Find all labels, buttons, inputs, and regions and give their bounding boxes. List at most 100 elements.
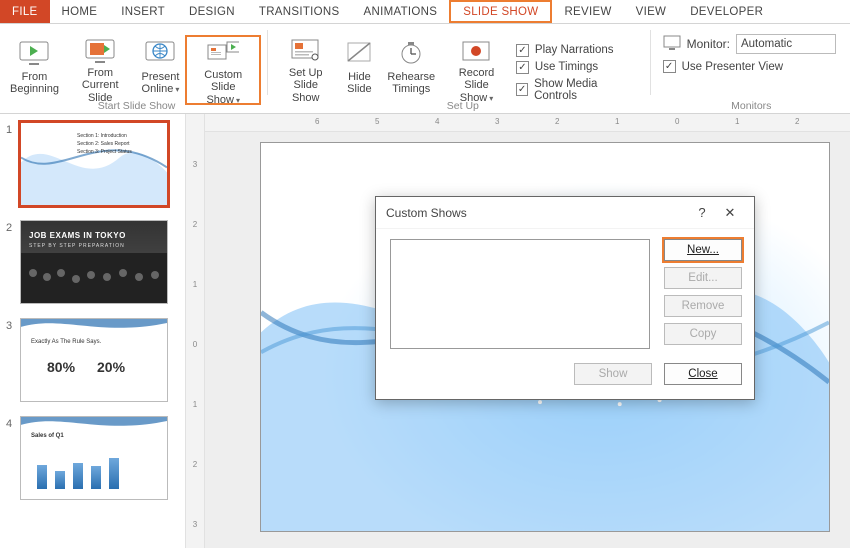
- thumbnail-number: 3: [6, 318, 20, 402]
- show-media-controls-checkbox[interactable]: ✓ Show Media Controls: [516, 78, 636, 102]
- thumbnail-number: 2: [6, 220, 20, 304]
- dialog-help-button[interactable]: ?: [688, 205, 716, 220]
- use-timings-checkbox[interactable]: ✓ Use Timings: [516, 61, 636, 74]
- monitor-selector[interactable]: Monitor: Automatic: [663, 34, 836, 54]
- from-beginning-button[interactable]: From Beginning: [4, 35, 65, 105]
- edit-button: Edit...: [664, 267, 742, 289]
- thumb2-sub: STEP BY STEP PREPARATION: [29, 243, 125, 249]
- group-start-slide-show: From Beginning From Current Slide Presen…: [0, 24, 265, 113]
- group-set-up: Set Up Slide Show Hide Slide Rehearse Ti…: [270, 24, 648, 113]
- group-label-setup: Set Up: [274, 100, 652, 112]
- monitor-dropdown[interactable]: Automatic: [736, 34, 836, 54]
- tab-transitions[interactable]: TRANSITIONS: [247, 0, 352, 23]
- play-from-current-icon: [84, 37, 116, 65]
- record-slide-show-button[interactable]: Record Slide Show▾: [441, 35, 512, 105]
- thumbnail-row: 3 Exactly As The Rule Says. 80% 20%: [6, 318, 179, 402]
- dialog-titlebar: Custom Shows ? ✕: [376, 197, 754, 229]
- rehearse-timings-label: Rehearse Timings: [387, 71, 435, 96]
- custom-slide-show-button[interactable]: Custom Slide Show▾: [185, 35, 261, 105]
- set-up-slide-show-button[interactable]: Set Up Slide Show: [274, 35, 337, 105]
- tab-view[interactable]: VIEW: [624, 0, 679, 23]
- set-up-slide-show-label: Set Up Slide Show: [280, 67, 331, 105]
- thumb2-title: JOB EXAMS IN TOKYO: [29, 231, 126, 240]
- group-separator: [650, 30, 651, 95]
- monitor-icon: [663, 35, 681, 54]
- play-from-start-icon: [18, 37, 50, 69]
- use-timings-label: Use Timings: [535, 61, 598, 73]
- slide-thumbnails-panel[interactable]: 1 Section 1: Introduction Section 2: Sal…: [0, 114, 185, 548]
- show-media-controls-label: Show Media Controls: [534, 78, 636, 102]
- rehearse-timings-button[interactable]: Rehearse Timings: [381, 35, 441, 105]
- tab-review[interactable]: REVIEW: [552, 0, 623, 23]
- tab-slideshow[interactable]: SLIDE SHOW: [449, 0, 552, 23]
- dialog-title: Custom Shows: [386, 206, 467, 220]
- ribbon-tabstrip: FILE HOME INSERT DESIGN TRANSITIONS ANIM…: [0, 0, 850, 24]
- play-narrations-label: Play Narrations: [535, 44, 614, 56]
- thumb1-line3: Section 3: Project Status: [77, 149, 132, 155]
- monitor-label: Monitor:: [687, 37, 730, 51]
- group-label-start: Start Slide Show: [4, 100, 269, 112]
- tab-insert[interactable]: INSERT: [109, 0, 177, 23]
- thumb3-val1: 80%: [47, 359, 75, 375]
- ribbon: From Beginning From Current Slide Presen…: [0, 24, 850, 114]
- present-online-button[interactable]: Present Online▾: [135, 35, 185, 105]
- slide-thumbnail-2[interactable]: JOB EXAMS IN TOKYO STEP BY STEP PREPARAT…: [20, 220, 168, 304]
- custom-shows-listbox[interactable]: [390, 239, 650, 349]
- from-beginning-label: From Beginning: [10, 71, 59, 96]
- new-button[interactable]: New...: [664, 239, 742, 261]
- thumb4-title: Sales of Q1: [31, 433, 64, 439]
- use-presenter-view-checkbox[interactable]: ✓ Use Presenter View: [663, 60, 836, 73]
- chevron-down-icon: ▾: [175, 85, 179, 94]
- thumb3-title: Exactly As The Rule Says.: [31, 339, 101, 345]
- slide-thumbnail-3[interactable]: Exactly As The Rule Says. 80% 20%: [20, 318, 168, 402]
- horizontal-ruler: 6 5 4 3 2 1 0 1 2: [205, 114, 850, 132]
- setup-icon: [290, 37, 322, 65]
- copy-button: Copy: [664, 323, 742, 345]
- thumb1-line2: Section 2: Sales Report: [77, 141, 130, 147]
- hide-slide-icon: [343, 37, 375, 69]
- group-label-monitors: Monitors: [653, 100, 850, 112]
- monitor-value: Automatic: [741, 38, 792, 50]
- from-current-slide-label: From Current Slide: [71, 67, 130, 105]
- dialog-close-button[interactable]: ✕: [716, 205, 744, 221]
- checkbox-icon: ✓: [663, 60, 676, 73]
- checkbox-icon: ✓: [516, 61, 529, 74]
- close-button[interactable]: Close: [664, 363, 742, 385]
- thumb1-line1: Section 1: Introduction: [77, 133, 127, 139]
- slide-thumbnail-1[interactable]: Section 1: Introduction Section 2: Sales…: [20, 122, 168, 206]
- thumbnail-row: 2 JOB EXAMS IN TOKYO STEP BY STEP PREPAR…: [6, 220, 179, 304]
- slide-canvas-area: 6 5 4 3 2 1 0 1 2 Custo: [205, 114, 850, 548]
- setup-checkboxes: ✓ Play Narrations ✓ Use Timings ✓ Show M…: [512, 38, 644, 102]
- use-presenter-view-label: Use Presenter View: [682, 61, 783, 73]
- checkbox-icon: ✓: [516, 44, 529, 57]
- thumb3-val2: 20%: [97, 359, 125, 375]
- present-online-label: Present Online▾: [141, 71, 179, 96]
- from-current-slide-button[interactable]: From Current Slide: [65, 35, 136, 105]
- tab-animations[interactable]: ANIMATIONS: [352, 0, 450, 23]
- present-online-icon: [144, 37, 176, 69]
- thumbnail-row: 1 Section 1: Introduction Section 2: Sal…: [6, 122, 179, 206]
- group-separator: [267, 30, 268, 95]
- hide-slide-label: Hide Slide: [347, 71, 371, 96]
- tab-developer[interactable]: DEVELOPER: [678, 0, 775, 23]
- tab-file[interactable]: FILE: [0, 0, 50, 23]
- hide-slide-button[interactable]: Hide Slide: [337, 35, 381, 105]
- thumbnail-number: 4: [6, 416, 20, 500]
- record-slide-show-label: Record Slide Show▾: [447, 67, 506, 105]
- vertical-ruler: 3 2 1 0 1 2 3: [185, 114, 205, 548]
- slide-thumbnail-4[interactable]: Sales of Q1: [20, 416, 168, 500]
- record-icon: [461, 37, 493, 65]
- show-button: Show: [574, 363, 652, 385]
- custom-slide-show-icon: [207, 39, 239, 67]
- tab-design[interactable]: DESIGN: [177, 0, 247, 23]
- remove-button: Remove: [664, 295, 742, 317]
- thumbnail-row: 4 Sales of Q1: [6, 416, 179, 500]
- thumb4-bars: [37, 445, 119, 489]
- thumbnail-number: 1: [6, 122, 20, 206]
- group-monitors: Monitor: Automatic ✓ Use Presenter View …: [653, 24, 850, 113]
- tab-home[interactable]: HOME: [50, 0, 110, 23]
- checkbox-icon: ✓: [516, 83, 528, 96]
- custom-shows-dialog: Custom Shows ? ✕ New... Edit... Remove C…: [375, 196, 755, 400]
- work-area: 1 Section 1: Introduction Section 2: Sal…: [0, 114, 850, 548]
- play-narrations-checkbox[interactable]: ✓ Play Narrations: [516, 44, 636, 57]
